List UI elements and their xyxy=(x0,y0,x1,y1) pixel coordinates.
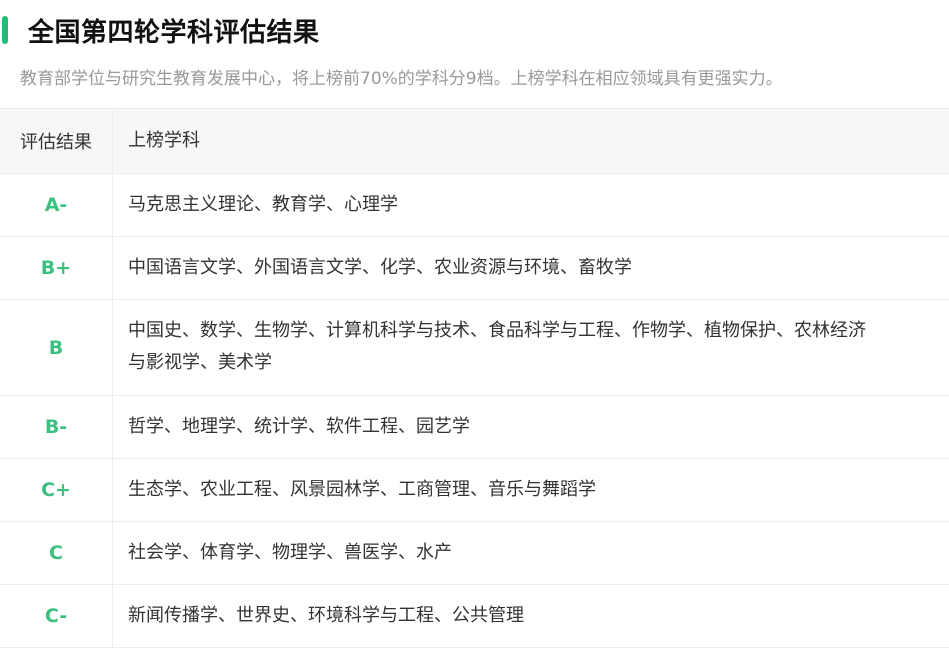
subjects-line: 中国史、数学、生物学、计算机科学与技术、食品科学与工程、作物学、植物保护、农林经… xyxy=(128,320,866,341)
grade-label: B+ xyxy=(40,257,72,279)
page-title: 全国第四轮学科评估结果 xyxy=(28,17,320,48)
table-row: B+ 中国语言文学、外国语言文学、化学、农业资源与环境、畜牧学 xyxy=(0,237,949,300)
subjects-cell: 生态学、农业工程、风景园林学、工商管理、音乐与舞蹈学 xyxy=(128,479,596,500)
grade-cell: B xyxy=(0,300,113,395)
table-row: B 中国史、数学、生物学、计算机科学与技术、食品科学与工程、作物学、植物保护、农… xyxy=(0,300,949,396)
grade-cell: B- xyxy=(0,396,113,458)
grade-label: C+ xyxy=(41,479,71,501)
subjects-cell: 社会学、体育学、物理学、兽医学、水产 xyxy=(128,542,452,563)
table-row: C- 新闻传播学、世界史、环境科学与工程、公共管理 xyxy=(0,585,949,648)
subjects-cell: 中国语言文学、外国语言文学、化学、农业资源与环境、畜牧学 xyxy=(128,257,632,278)
column-header-subjects: 上榜学科 xyxy=(128,130,200,151)
table-row: A- 马克思主义理论、教育学、心理学 xyxy=(0,174,949,237)
grade-label: C xyxy=(49,542,63,564)
grade-cell: C+ xyxy=(0,459,113,521)
grade-label: B- xyxy=(44,416,68,438)
table-row: C+ 生态学、农业工程、风景园林学、工商管理、音乐与舞蹈学 xyxy=(0,459,949,522)
grade-cell: A- xyxy=(0,174,113,236)
table-row: C 社会学、体育学、物理学、兽医学、水产 xyxy=(0,522,949,585)
subjects-cell: 中国史、数学、生物学、计算机科学与技术、食品科学与工程、作物学、植物保护、农林经… xyxy=(113,300,949,395)
grade-label: B xyxy=(48,336,64,359)
table-row: B- 哲学、地理学、统计学、软件工程、园艺学 xyxy=(0,396,949,459)
title-accent-bar xyxy=(2,16,8,44)
table-header-row: 评估结果 上榜学科 xyxy=(0,109,949,174)
grade-cell: B+ xyxy=(0,237,113,299)
section-header: 全国第四轮学科评估结果 xyxy=(0,12,320,48)
subjects-cell: 哲学、地理学、统计学、软件工程、园艺学 xyxy=(128,416,470,437)
subjects-line: 与影视学、美术学 xyxy=(128,352,272,373)
subjects-cell: 新闻传播学、世界史、环境科学与工程、公共管理 xyxy=(128,605,524,626)
grade-cell: C xyxy=(0,522,113,584)
subjects-cell: 马克思主义理论、教育学、心理学 xyxy=(128,194,398,215)
evaluation-table: 评估结果 上榜学科 A- 马克思主义理论、教育学、心理学 B+ 中国语言文学、外… xyxy=(0,108,949,648)
grade-label: A- xyxy=(44,194,68,216)
column-header-grade: 评估结果 xyxy=(0,109,113,173)
grade-label: C- xyxy=(44,605,68,627)
page-subtitle: 教育部学位与研究生教育发展中心，将上榜前70%的学科分9档。上榜学科在相应领域具… xyxy=(20,69,783,89)
grade-cell: C- xyxy=(0,585,113,647)
